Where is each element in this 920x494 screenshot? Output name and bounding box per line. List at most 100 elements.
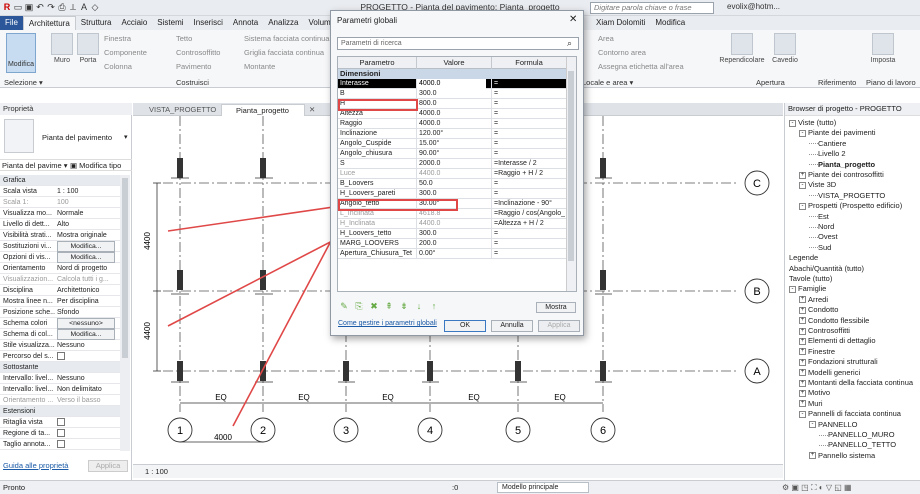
browser-node[interactable]: - Famiglie: [789, 284, 826, 294]
property-button[interactable]: Modifica...: [57, 329, 119, 340]
parameter-value[interactable]: 15.00°: [416, 139, 486, 149]
parameter-formula[interactable]: =: [491, 79, 565, 89]
parameter-value[interactable]: 300.0: [416, 89, 486, 99]
browser-node[interactable]: + Elementi di dettaglio: [799, 336, 876, 346]
browser-node[interactable]: Sud: [809, 243, 831, 253]
parameter-formula[interactable]: =: [491, 149, 565, 159]
browser-node[interactable]: + Motivo: [799, 388, 830, 398]
group-dimensioni[interactable]: Dimensioni: [338, 69, 566, 79]
collapse-icon[interactable]: -: [789, 285, 796, 293]
grid-bubble-b[interactable]: B: [753, 286, 760, 298]
property-button[interactable]: Modifica...: [57, 252, 119, 263]
property-row[interactable]: Schema colori <nessuno>: [0, 318, 120, 329]
browser-node[interactable]: + Arredi: [799, 295, 828, 305]
property-row[interactable]: Percorso del s...: [0, 351, 120, 362]
browser-node[interactable]: PANNELLO_MURO: [819, 430, 895, 440]
property-row[interactable]: Visualizza mo... Normale: [0, 208, 120, 219]
properties-apply-button[interactable]: Applica: [88, 460, 128, 472]
expand-icon[interactable]: +: [799, 389, 806, 397]
parameter-formula[interactable]: =Raggio + H / 2: [491, 169, 565, 179]
browser-node[interactable]: + Pannello sistema: [809, 451, 875, 461]
sort-ascending-icon[interactable]: ↓: [414, 301, 424, 312]
window-button[interactable]: Finestra: [104, 34, 131, 43]
grid-bubble-6[interactable]: 6: [600, 425, 606, 437]
tab-annota[interactable]: Annota: [228, 16, 263, 30]
browser-node[interactable]: + Montanti della facciata continua: [799, 378, 913, 388]
parameter-formula[interactable]: =: [491, 89, 565, 99]
column-button[interactable]: Colonna: [104, 62, 132, 71]
cancel-button[interactable]: Annulla: [491, 320, 533, 332]
panel-locale-area[interactable]: Locale e area ▾: [582, 78, 633, 87]
wall-button[interactable]: Muro: [50, 33, 74, 64]
property-row[interactable]: Disciplina Architettonico: [0, 285, 120, 296]
property-row[interactable]: Visibilità strati... Mostra originale: [0, 230, 120, 241]
collapse-icon[interactable]: -: [799, 202, 806, 210]
browser-node[interactable]: + Condotto flessibile: [799, 316, 869, 326]
browser-node[interactable]: - Pannelli di facciata continua: [799, 409, 901, 419]
grid-bubble-a[interactable]: A: [753, 366, 761, 378]
browser-node[interactable]: - Prospetti (Prospetto edificio): [799, 201, 902, 211]
parameter-value[interactable]: 4400.0: [416, 169, 486, 179]
properties-help-link[interactable]: Guida alle proprietà: [3, 459, 68, 473]
tab-file[interactable]: File: [0, 16, 23, 30]
tab-struttura[interactable]: Struttura: [76, 16, 117, 30]
parameter-value[interactable]: 120.00°: [416, 129, 486, 139]
shaft-button[interactable]: Cavedio: [770, 33, 800, 64]
expand-icon[interactable]: +: [799, 400, 806, 408]
browser-node[interactable]: VISTA_PROGETTO: [809, 191, 885, 201]
property-row[interactable]: Posizione sche... Sfondo: [0, 307, 120, 318]
status-icons[interactable]: ⚙ ▣ ◳ ⛶ ◐ ▽ ◱ ▦: [782, 481, 852, 494]
expand-icon[interactable]: +: [799, 337, 806, 345]
parameter-value[interactable]: 0.00°: [416, 249, 486, 259]
browser-node[interactable]: + Modelli generici: [799, 368, 860, 378]
grid-bubble-5[interactable]: 5: [515, 425, 521, 437]
parameter-formula[interactable]: =: [491, 179, 565, 189]
parameter-row[interactable]: Raggio 4000.0 =: [338, 119, 566, 129]
move-down-icon[interactable]: ⇟: [399, 301, 409, 312]
property-row[interactable]: Orientamento ... Verso il basso: [0, 395, 120, 406]
close-view-icon[interactable]: ✕: [307, 104, 319, 116]
browser-node[interactable]: PANNELLO_TETTO: [819, 440, 896, 450]
parameter-row[interactable]: Luce 4400.0 =Raggio + H / 2: [338, 169, 566, 179]
area-boundary-button[interactable]: Contorno area: [598, 48, 646, 57]
tab-analizza[interactable]: Analizza: [263, 16, 303, 30]
tab-pianta-progetto[interactable]: Pianta_progetto: [221, 104, 305, 116]
close-icon[interactable]: ✕: [569, 14, 577, 25]
parameter-row[interactable]: H_Inclinata 4400.0 =Altezza + H / 2: [338, 219, 566, 229]
browser-node[interactable]: Legende: [789, 253, 818, 263]
browser-node[interactable]: Ovest: [809, 232, 838, 242]
parameter-formula[interactable]: =: [491, 189, 565, 199]
modify-button[interactable]: Modifica: [6, 33, 36, 73]
browser-node[interactable]: + Condotto: [799, 305, 838, 315]
parameter-formula[interactable]: =Interasse / 2: [491, 159, 565, 169]
expand-icon[interactable]: +: [799, 327, 806, 335]
parameter-value[interactable]: 300.0: [416, 229, 486, 239]
roof-button[interactable]: Tetto: [176, 34, 192, 43]
parameter-formula[interactable]: =: [491, 229, 565, 239]
grid-bubble-c[interactable]: C: [753, 178, 761, 190]
eq-label[interactable]: EQ: [554, 393, 566, 402]
parameter-value[interactable]: 4000.0: [416, 119, 486, 129]
parameter-formula[interactable]: =: [491, 249, 565, 259]
property-button-label[interactable]: Modifica...: [57, 252, 115, 263]
curtain-system-button[interactable]: Sistema facciata continua: [244, 34, 329, 43]
parameter-formula[interactable]: =: [491, 99, 565, 109]
tag-area-button[interactable]: Assegna etichetta all'area: [598, 62, 684, 71]
set-workplane-button[interactable]: Imposta: [866, 33, 900, 64]
dim-vertical-lower[interactable]: 4400: [143, 322, 152, 340]
browser-node[interactable]: - PANNELLO: [809, 420, 857, 430]
dim-horizontal[interactable]: 4000: [214, 433, 232, 442]
tab-modifica[interactable]: Modifica: [650, 16, 690, 30]
parameter-row[interactable]: H_Loovers_pareti 300.0 =: [338, 189, 566, 199]
browser-node[interactable]: + Controsoffitti: [799, 326, 850, 336]
door-button[interactable]: Porta: [76, 33, 100, 64]
collapse-icon[interactable]: -: [799, 181, 806, 189]
property-row[interactable]: Scala 1: 100: [0, 197, 120, 208]
delete-parameter-icon[interactable]: ✖: [369, 301, 379, 312]
perpendicular-button[interactable]: Rependicolare: [718, 33, 766, 64]
expand-icon[interactable]: +: [799, 348, 806, 356]
browser-node[interactable]: - Viste (tutto): [789, 118, 836, 128]
parameter-value[interactable]: 2000.0: [416, 159, 486, 169]
active-model-select[interactable]: Modello principale: [497, 482, 589, 493]
expand-icon[interactable]: +: [799, 296, 806, 304]
